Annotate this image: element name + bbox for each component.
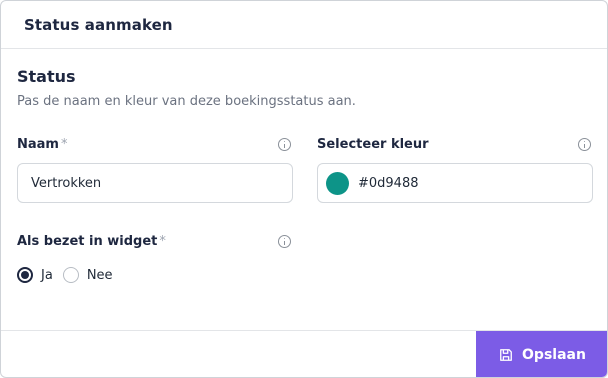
name-label-text: Naam: [17, 137, 59, 152]
section-title: Status: [17, 67, 76, 86]
widget-info-icon[interactable]: [278, 235, 291, 248]
radio-ja-label[interactable]: Ja: [41, 268, 53, 283]
save-button-label: Opslaan: [522, 347, 586, 363]
required-mark: *: [60, 137, 68, 152]
radio-nee-label[interactable]: Nee: [87, 268, 113, 283]
dialog-header: Status aanmaken: [1, 1, 607, 49]
create-status-dialog: Status aanmaken Status Pas de naam en kl…: [0, 0, 608, 378]
radio-ja[interactable]: [17, 267, 33, 283]
widget-occupied-label-text: Als bezet in widget: [17, 234, 158, 249]
required-mark: *: [159, 234, 166, 249]
color-label: Selecteer kleur: [317, 137, 429, 152]
name-info-icon[interactable]: [278, 138, 291, 151]
name-input[interactable]: [17, 163, 293, 203]
dialog-title: Status aanmaken: [24, 15, 173, 34]
color-swatch[interactable]: [326, 171, 349, 195]
widget-radio-group: Ja Nee: [17, 267, 123, 283]
radio-nee[interactable]: [62, 267, 79, 283]
save-icon: [500, 349, 512, 361]
color-info-icon[interactable]: [578, 138, 591, 151]
color-picker-field[interactable]: #0d9488: [317, 163, 593, 203]
name-label: Naam *: [17, 137, 67, 152]
dialog-footer: Opslaan: [1, 330, 607, 377]
section-description: Pas de naam en kleur van deze boekingsst…: [17, 94, 356, 109]
save-button[interactable]: Opslaan: [476, 331, 607, 377]
widget-occupied-label: Als bezet in widget *: [17, 234, 166, 249]
color-value: #0d9488: [358, 175, 419, 191]
